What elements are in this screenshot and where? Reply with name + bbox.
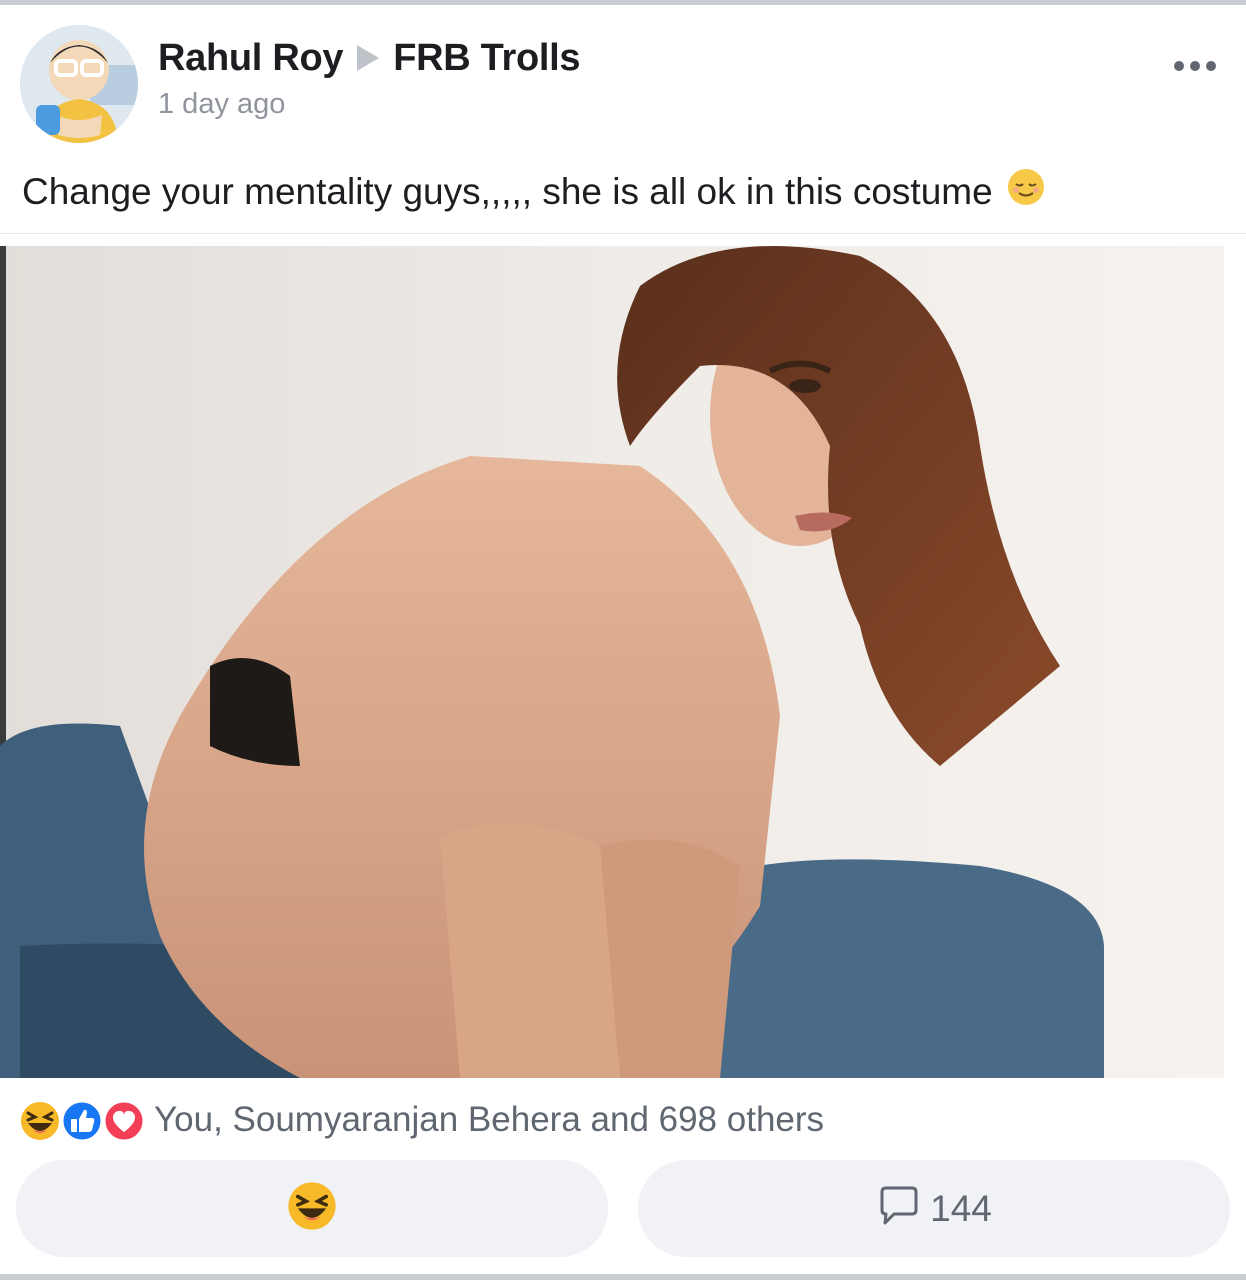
- haha-icon: [286, 1180, 338, 1237]
- group-name[interactable]: FRB Trolls: [393, 37, 580, 80]
- post-photo[interactable]: [0, 246, 1224, 1078]
- post-text-container: Change your mentality guys,,,,, she is a…: [22, 168, 1045, 215]
- author-avatar[interactable]: [20, 25, 138, 143]
- reactions-summary[interactable]: You, Soumyaranjan Behera and 698 others: [18, 1096, 824, 1144]
- comment-count: 144: [930, 1187, 992, 1229]
- post-timestamp[interactable]: 1 day ago: [158, 88, 285, 121]
- comment-icon: [876, 1184, 920, 1233]
- bottom-divider: [0, 1274, 1246, 1280]
- love-icon: [102, 1099, 146, 1148]
- more-options-icon[interactable]: [1174, 52, 1224, 80]
- top-divider: [0, 0, 1246, 5]
- relieved-face-emoji-icon: [1007, 168, 1045, 215]
- like-icon: [60, 1099, 104, 1148]
- reaction-icons: [18, 1097, 148, 1143]
- post-divider: [0, 233, 1246, 234]
- react-button[interactable]: [16, 1160, 608, 1257]
- post-text: Change your mentality guys,,,,, she is a…: [22, 170, 993, 212]
- arrow-right-icon: [357, 45, 380, 71]
- reactions-summary-text[interactable]: You, Soumyaranjan Behera and 698 others: [154, 1100, 824, 1140]
- comment-button[interactable]: 144: [638, 1160, 1230, 1257]
- haha-icon: [18, 1099, 62, 1148]
- author-name[interactable]: Rahul Roy: [158, 37, 344, 80]
- post-header: Rahul Roy FRB Trolls: [158, 34, 581, 82]
